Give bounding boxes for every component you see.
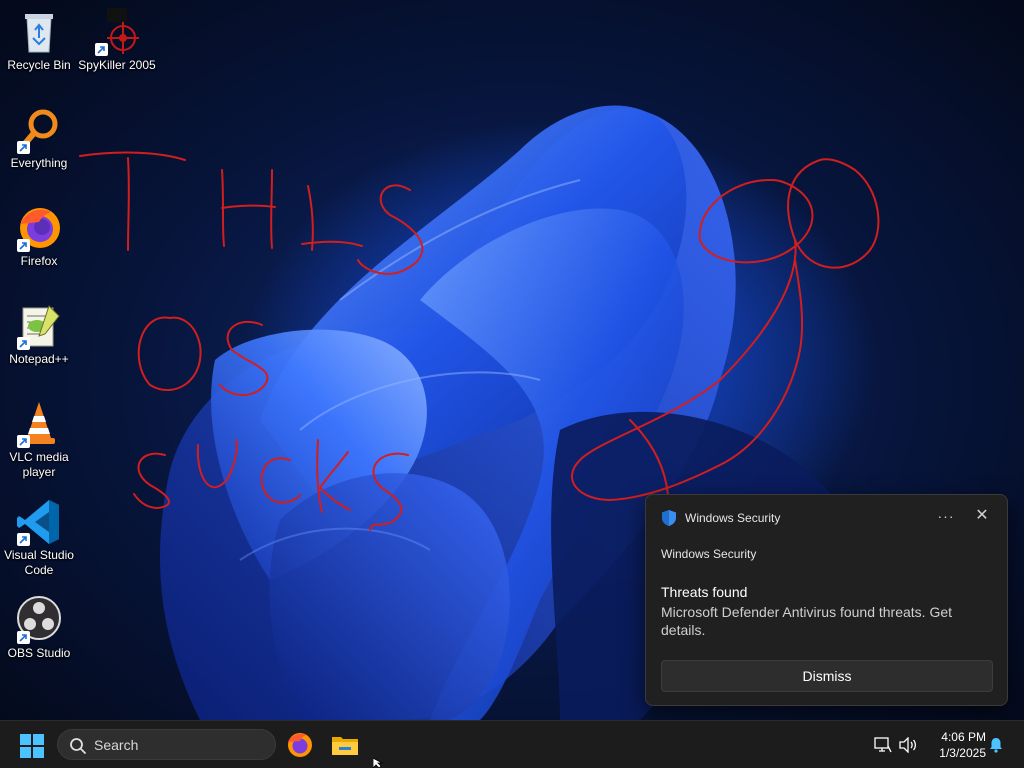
desktop-icon-firefox[interactable]: Firefox bbox=[0, 204, 78, 269]
shortcut-arrow-icon bbox=[95, 43, 108, 56]
obs-icon bbox=[15, 596, 63, 644]
desktop-icon-vlc[interactable]: VLC media player bbox=[0, 400, 78, 480]
taskbar: Search 4:06 PM 1/3/2025 bbox=[0, 720, 1024, 768]
notepad-plus-plus-icon bbox=[15, 302, 63, 350]
volume-icon[interactable] bbox=[899, 737, 917, 753]
shortcut-arrow-icon bbox=[17, 239, 30, 252]
desktop-icon-label: SpyKiller 2005 bbox=[78, 58, 156, 72]
desktop-icon-obs[interactable]: OBS Studio bbox=[0, 596, 78, 661]
shortcut-arrow-icon bbox=[17, 435, 30, 448]
desktop-icon-label: Firefox bbox=[20, 254, 58, 268]
mouse-cursor-icon bbox=[373, 758, 383, 768]
start-button[interactable] bbox=[16, 732, 48, 760]
desktop-icon-label: VLC media player bbox=[9, 450, 69, 479]
desktop-icon-label: OBS Studio bbox=[7, 646, 71, 660]
firefox-icon bbox=[288, 733, 312, 757]
windows-logo-icon bbox=[20, 734, 44, 758]
notification-app-name: Windows Security bbox=[661, 547, 757, 561]
taskbar-file-explorer-button[interactable] bbox=[329, 730, 361, 760]
notification-body[interactable]: Microsoft Defender Antivirus found threa… bbox=[661, 603, 981, 639]
desktop-icon-label: Notepad++ bbox=[9, 352, 69, 366]
shortcut-arrow-icon bbox=[17, 141, 30, 154]
clock-time: 4:06 PM bbox=[941, 730, 986, 744]
desktop-icon-everything[interactable]: Everything bbox=[0, 106, 78, 171]
crosshair-icon bbox=[93, 8, 141, 56]
taskbar-search-box[interactable]: Search bbox=[57, 729, 276, 760]
clock-date: 1/3/2025 bbox=[939, 746, 986, 760]
shortcut-arrow-icon bbox=[17, 337, 30, 350]
desktop-icon-notepad-plus-plus[interactable]: Notepad++ bbox=[0, 302, 78, 367]
desktop[interactable]: Recycle Bin SpyKiller 2005 Everything Fi… bbox=[0, 0, 1024, 720]
windows-security-notification[interactable]: Windows Security ··· ✕ Windows Security … bbox=[645, 494, 1008, 706]
desktop-icon-recycle-bin[interactable]: Recycle Bin bbox=[0, 8, 78, 73]
file-explorer-icon bbox=[332, 737, 358, 755]
vscode-icon bbox=[15, 498, 63, 546]
notification-bell-icon[interactable] bbox=[988, 737, 1004, 753]
close-icon[interactable]: ✕ bbox=[970, 505, 994, 527]
notification-source: Windows Security bbox=[685, 511, 781, 525]
dismiss-button[interactable]: Dismiss bbox=[661, 660, 993, 692]
firefox-icon bbox=[15, 204, 63, 252]
shortcut-arrow-icon bbox=[17, 533, 30, 546]
desktop-icon-spykiller[interactable]: SpyKiller 2005 bbox=[78, 8, 156, 73]
shield-icon bbox=[662, 510, 676, 526]
system-clock[interactable]: 4:06 PM 1/3/2025 bbox=[924, 729, 986, 761]
recycle-bin-icon bbox=[15, 8, 63, 56]
notification-title[interactable]: Threats found bbox=[661, 584, 747, 600]
search-placeholder: Search bbox=[94, 737, 139, 753]
shortcut-arrow-icon bbox=[17, 631, 30, 644]
more-options-icon[interactable]: ··· bbox=[934, 505, 958, 527]
desktop-icon-label: Recycle Bin bbox=[7, 58, 71, 72]
network-icon[interactable] bbox=[874, 737, 892, 753]
taskbar-firefox-button[interactable] bbox=[284, 730, 316, 760]
vlc-cone-icon bbox=[15, 400, 63, 448]
search-icon bbox=[70, 738, 86, 754]
desktop-icon-vscode[interactable]: Visual Studio Code bbox=[0, 498, 78, 578]
magnifier-icon bbox=[15, 106, 63, 154]
desktop-icon-label: Visual Studio Code bbox=[4, 548, 74, 577]
notification-header: Windows Security bbox=[661, 509, 780, 527]
desktop-icon-label: Everything bbox=[10, 156, 68, 170]
